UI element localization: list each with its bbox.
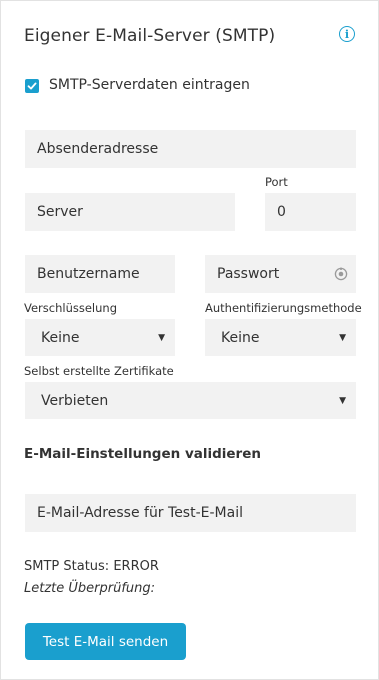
test-email-input[interactable] [25, 494, 356, 532]
username-field[interactable] [25, 255, 175, 293]
self-signed-certs-value: Verbieten [41, 392, 109, 409]
password-field[interactable] [205, 255, 356, 293]
chevron-down-icon: ▼ [339, 332, 346, 343]
info-icon[interactable]: i [339, 26, 355, 42]
smtp-data-checkbox-label[interactable]: SMTP-Serverdaten eintragen [49, 77, 250, 93]
auth-method-select[interactable]: Keine ▼ [205, 319, 356, 356]
auth-method-value: Keine [221, 329, 260, 346]
server-input[interactable] [25, 193, 235, 231]
encryption-value: Keine [41, 329, 80, 346]
smtp-settings-panel: Eigener E-Mail-Server (SMTP) i SMTP-Serv… [0, 0, 379, 680]
show-password-icon[interactable] [334, 267, 348, 281]
port-field[interactable] [265, 193, 356, 231]
auth-method-label: Authentifizierungsmethode [205, 301, 362, 315]
port-input[interactable] [265, 193, 356, 231]
server-field[interactable] [25, 193, 235, 231]
self-signed-certs-label: Selbst erstellte Zertifikate [24, 364, 174, 378]
test-email-field[interactable] [25, 494, 356, 532]
checkmark-icon [27, 82, 37, 90]
self-signed-certs-select[interactable]: Verbieten ▼ [25, 382, 356, 419]
port-label: Port [265, 175, 288, 189]
username-input[interactable] [25, 255, 175, 293]
encryption-select[interactable]: Keine ▼ [25, 319, 175, 356]
panel-title: Eigener E-Mail-Server (SMTP) [24, 26, 276, 46]
sender-address-field[interactable] [25, 130, 356, 168]
smtp-status: SMTP Status: ERROR [24, 559, 159, 574]
send-test-email-button[interactable]: Test E-Mail senden [25, 623, 186, 660]
chevron-down-icon: ▼ [158, 332, 165, 343]
last-check-label: Letzte Überprüfung: [24, 581, 156, 596]
chevron-down-icon: ▼ [339, 395, 346, 406]
encryption-label: Verschlüsselung [24, 301, 117, 315]
smtp-data-checkbox[interactable] [25, 79, 39, 93]
sender-address-input[interactable] [25, 130, 356, 168]
validation-section-title: E-Mail-Einstellungen validieren [24, 446, 261, 462]
